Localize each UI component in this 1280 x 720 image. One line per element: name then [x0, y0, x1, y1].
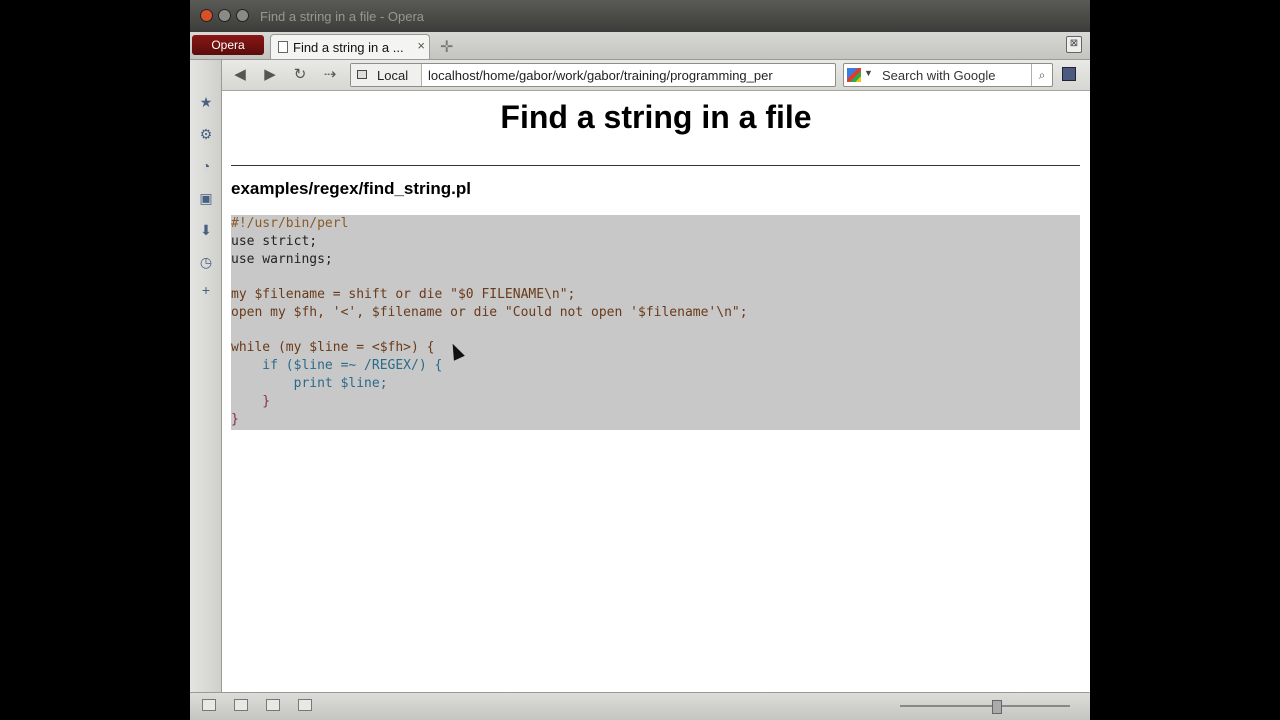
- file-path-heading: examples/regex/find_string.pl: [231, 179, 471, 198]
- panel-toggle-icon[interactable]: [202, 699, 216, 711]
- code-line: use warnings;: [231, 252, 333, 267]
- maximize-window-icon[interactable]: [236, 9, 249, 22]
- close-window-icon[interactable]: [200, 9, 213, 22]
- minimize-window-icon[interactable]: [218, 9, 231, 22]
- tab-bar: Opera Find a string in a ... × ✛ ⊠: [190, 32, 1090, 60]
- page-title: Find a string in a file: [500, 99, 812, 135]
- url-text[interactable]: localhost/home/gabor/work/gabor/training…: [428, 68, 834, 83]
- close-tab-icon[interactable]: ×: [417, 38, 425, 53]
- code-line: }: [231, 412, 239, 427]
- turbo-icon[interactable]: [266, 699, 280, 711]
- forward-icon[interactable]: ▶: [260, 65, 280, 83]
- status-bar: [190, 692, 1090, 720]
- zoom-slider-handle[interactable]: [992, 700, 1002, 714]
- code-line: #!/usr/bin/perl: [231, 216, 349, 231]
- local-file-icon: [357, 70, 367, 79]
- feeds-icon[interactable]: ◔: [198, 158, 214, 174]
- code-line: }: [231, 394, 271, 409]
- images-toggle-icon[interactable]: [298, 699, 312, 711]
- notes-icon[interactable]: ▣: [198, 190, 214, 206]
- window-title: Find a string in a file - Opera: [260, 9, 425, 24]
- side-panel: ★ ⚙ ◔ ▣ ⬇ ◷ +: [190, 60, 222, 692]
- closed-tabs-trash-icon[interactable]: ⊠: [1066, 36, 1082, 53]
- document-icon: [278, 41, 288, 53]
- code-line: print $line;: [231, 376, 388, 391]
- address-bar[interactable]: Local localhost/home/gabor/work/gabor/tr…: [350, 63, 836, 87]
- tab-label: Find a string in a ...: [293, 40, 404, 55]
- history-icon[interactable]: ◷: [198, 254, 214, 270]
- reload-icon[interactable]: ↻: [290, 65, 310, 83]
- security-badge[interactable]: Local: [351, 64, 422, 86]
- title-bar: Find a string in a file - Opera: [190, 0, 1090, 32]
- security-badge-label: Local: [377, 68, 409, 83]
- search-placeholder[interactable]: Search with Google: [882, 68, 995, 83]
- unite-icon[interactable]: [234, 699, 248, 711]
- navigation-toolbar: ◀ ▶ ↻ ⇢ Local localhost/home/gabor/work/…: [190, 60, 1090, 91]
- settings-icon[interactable]: ⚙: [198, 126, 214, 142]
- back-icon[interactable]: ◀: [230, 65, 250, 83]
- add-panel-icon[interactable]: +: [198, 282, 214, 298]
- new-tab-icon[interactable]: ✛: [440, 37, 453, 57]
- extension-icon[interactable]: [1062, 67, 1076, 81]
- page-content: Find a string in a file examples/regex/f…: [222, 91, 1090, 692]
- downloads-icon[interactable]: ⬇: [198, 222, 214, 238]
- browser-window: Find a string in a file - Opera Opera Fi…: [190, 0, 1090, 720]
- speed-dial-icon[interactable]: ⇢: [320, 65, 340, 83]
- code-block: #!/usr/bin/perl use strict; use warnings…: [231, 215, 1080, 430]
- tab-active[interactable]: Find a string in a ... ×: [270, 34, 430, 59]
- code-line: if ($line =~ /REGEX/) {: [231, 358, 443, 373]
- code-line: while (my $line = <$fh>) {: [231, 340, 435, 355]
- opera-menu-button[interactable]: Opera: [192, 35, 264, 55]
- horizontal-rule: [231, 165, 1080, 166]
- code-line: use strict;: [231, 234, 318, 249]
- chevron-down-icon[interactable]: ▼: [864, 68, 873, 78]
- bookmarks-icon[interactable]: ★: [198, 94, 214, 110]
- code-line: open my $fh, '<', $filename or die "Coul…: [231, 305, 748, 320]
- search-field[interactable]: ▼ Search with Google ⌕: [843, 63, 1053, 87]
- search-button[interactable]: ⌕: [1031, 64, 1052, 86]
- zoom-slider[interactable]: [900, 705, 1070, 707]
- code-line: my $filename = shift or die "$0 FILENAME…: [231, 287, 576, 302]
- google-icon[interactable]: [847, 68, 861, 82]
